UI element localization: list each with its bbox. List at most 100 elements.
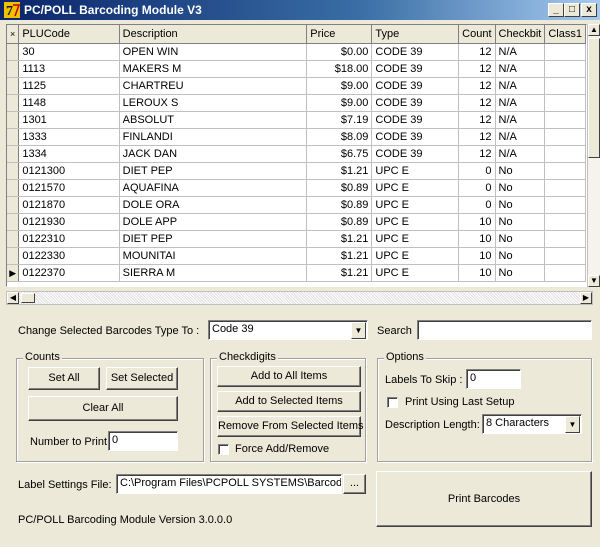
- cell-plucode[interactable]: 1301: [18, 111, 120, 129]
- cell-class1[interactable]: [544, 230, 586, 248]
- cell-type[interactable]: CODE 39: [371, 94, 460, 112]
- row-selector[interactable]: [7, 179, 20, 197]
- cell-plucode[interactable]: 30: [18, 43, 120, 61]
- add-to-all-items-button[interactable]: Add to All Items: [217, 366, 361, 387]
- cell-price[interactable]: $0.00: [306, 43, 373, 61]
- cell-type[interactable]: CODE 39: [371, 128, 460, 146]
- cell-plucode[interactable]: 1125: [18, 77, 120, 95]
- number-to-print-input[interactable]: 0: [108, 431, 178, 451]
- horizontal-scroll-thumb[interactable]: [21, 293, 35, 303]
- table-row[interactable]: 0122330 MOUNITAI $1.21 UPC E 10 No: [7, 247, 586, 265]
- cell-count[interactable]: 10: [458, 264, 496, 282]
- cell-class1[interactable]: [544, 179, 586, 197]
- cell-checkbit[interactable]: No: [495, 264, 546, 282]
- cell-count[interactable]: 12: [458, 111, 496, 129]
- row-selector[interactable]: [7, 94, 20, 112]
- cell-count[interactable]: 12: [458, 43, 496, 61]
- select-all-header[interactable]: ×: [7, 25, 20, 44]
- minimize-button[interactable]: _: [548, 3, 564, 17]
- barcode-grid[interactable]: × PLUCode Description Price Type Count C…: [6, 24, 587, 287]
- column-header-count[interactable]: Count: [458, 25, 496, 44]
- vertical-scroll-thumb[interactable]: [588, 38, 600, 158]
- column-header-plucode[interactable]: PLUCode: [18, 25, 120, 44]
- scroll-right-arrow-icon[interactable]: ▶: [580, 292, 592, 304]
- cell-count[interactable]: 0: [458, 179, 496, 197]
- cell-class1[interactable]: [544, 60, 586, 78]
- barcode-type-dropdown[interactable]: Code 39 ▼: [208, 320, 368, 340]
- cell-price[interactable]: $9.00: [306, 94, 373, 112]
- row-selector[interactable]: [7, 145, 20, 163]
- search-input[interactable]: [417, 320, 592, 340]
- row-selector[interactable]: [7, 77, 20, 95]
- horizontal-scrollbar[interactable]: ◀ ▶: [6, 291, 593, 305]
- vertical-scrollbar[interactable]: ▲ ▼: [587, 24, 600, 287]
- cell-type[interactable]: UPC E: [371, 247, 460, 265]
- cell-price[interactable]: $1.21: [306, 230, 373, 248]
- cell-checkbit[interactable]: N/A: [495, 77, 546, 95]
- cell-plucode[interactable]: 0121870: [18, 196, 120, 214]
- table-row[interactable]: 0122310 DIET PEP $1.21 UPC E 10 No: [7, 230, 586, 248]
- set-all-button[interactable]: Set All: [28, 367, 100, 390]
- row-selector[interactable]: [7, 111, 20, 129]
- cell-price[interactable]: $0.89: [306, 179, 373, 197]
- description-length-dropdown[interactable]: 8 Characters ▼: [482, 414, 582, 434]
- table-row[interactable]: 0121300 DIET PEP $1.21 UPC E 0 No: [7, 162, 586, 180]
- cell-plucode[interactable]: 0121300: [18, 162, 120, 180]
- cell-description[interactable]: SIERRA M: [119, 264, 308, 282]
- table-row[interactable]: 1125 CHARTREU $9.00 CODE 39 12 N/A: [7, 77, 586, 95]
- row-selector[interactable]: ▶: [7, 264, 20, 282]
- cell-plucode[interactable]: 1113: [18, 60, 120, 78]
- column-header-type[interactable]: Type: [371, 25, 460, 44]
- cell-class1[interactable]: [544, 94, 586, 112]
- cell-price[interactable]: $1.21: [306, 264, 373, 282]
- row-selector[interactable]: [7, 213, 20, 231]
- cell-description[interactable]: DOLE APP: [119, 213, 308, 231]
- cell-price[interactable]: $1.21: [306, 247, 373, 265]
- print-using-last-setup-checkbox[interactable]: [387, 397, 398, 408]
- cell-checkbit[interactable]: N/A: [495, 111, 546, 129]
- cell-count[interactable]: 10: [458, 247, 496, 265]
- table-row[interactable]: 0121870 DOLE ORA $0.89 UPC E 0 No: [7, 196, 586, 214]
- cell-checkbit[interactable]: N/A: [495, 94, 546, 112]
- cell-type[interactable]: CODE 39: [371, 43, 460, 61]
- cell-type[interactable]: CODE 39: [371, 111, 460, 129]
- add-to-selected-items-button[interactable]: Add to Selected Items: [217, 391, 361, 412]
- set-selected-button[interactable]: Set Selected: [106, 367, 178, 390]
- chevron-down-icon[interactable]: ▼: [565, 416, 580, 433]
- cell-class1[interactable]: [544, 213, 586, 231]
- table-row[interactable]: 0121930 DOLE APP $0.89 UPC E 10 No: [7, 213, 586, 231]
- cell-plucode[interactable]: 0122330: [18, 247, 120, 265]
- cell-type[interactable]: UPC E: [371, 196, 460, 214]
- print-barcodes-button[interactable]: Print Barcodes: [376, 471, 592, 527]
- maximize-button[interactable]: □: [564, 3, 580, 17]
- cell-checkbit[interactable]: N/A: [495, 43, 546, 61]
- cell-plucode[interactable]: 0122310: [18, 230, 120, 248]
- table-row[interactable]: 1301 ABSOLUT $7.19 CODE 39 12 N/A: [7, 111, 586, 129]
- row-selector[interactable]: [7, 196, 20, 214]
- label-settings-file-input[interactable]: C:\Program Files\PCPOLL SYSTEMS\Barcodin…: [116, 474, 342, 494]
- row-selector[interactable]: [7, 43, 20, 61]
- cell-checkbit[interactable]: N/A: [495, 60, 546, 78]
- cell-checkbit[interactable]: No: [495, 179, 546, 197]
- cell-checkbit[interactable]: No: [495, 196, 546, 214]
- cell-checkbit[interactable]: No: [495, 162, 546, 180]
- chevron-down-icon[interactable]: ▼: [351, 322, 366, 339]
- cell-description[interactable]: MAKERS M: [119, 60, 308, 78]
- cell-class1[interactable]: [544, 145, 586, 163]
- table-row[interactable]: 1334 JACK DAN $6.75 CODE 39 12 N/A: [7, 145, 586, 163]
- row-selector[interactable]: [7, 128, 20, 146]
- cell-count[interactable]: 0: [458, 196, 496, 214]
- cell-plucode[interactable]: 0121570: [18, 179, 120, 197]
- cell-description[interactable]: LEROUX S: [119, 94, 308, 112]
- cell-checkbit[interactable]: N/A: [495, 128, 546, 146]
- cell-plucode[interactable]: 0122370: [18, 264, 120, 282]
- cell-type[interactable]: CODE 39: [371, 77, 460, 95]
- cell-description[interactable]: MOUNITAI: [119, 247, 308, 265]
- cell-description[interactable]: DOLE ORA: [119, 196, 308, 214]
- scroll-left-arrow-icon[interactable]: ◀: [7, 292, 19, 304]
- cell-count[interactable]: 10: [458, 230, 496, 248]
- cell-price[interactable]: $0.89: [306, 196, 373, 214]
- cell-description[interactable]: DIET PEP: [119, 230, 308, 248]
- column-header-class1[interactable]: Class1: [544, 25, 586, 44]
- cell-class1[interactable]: [544, 247, 586, 265]
